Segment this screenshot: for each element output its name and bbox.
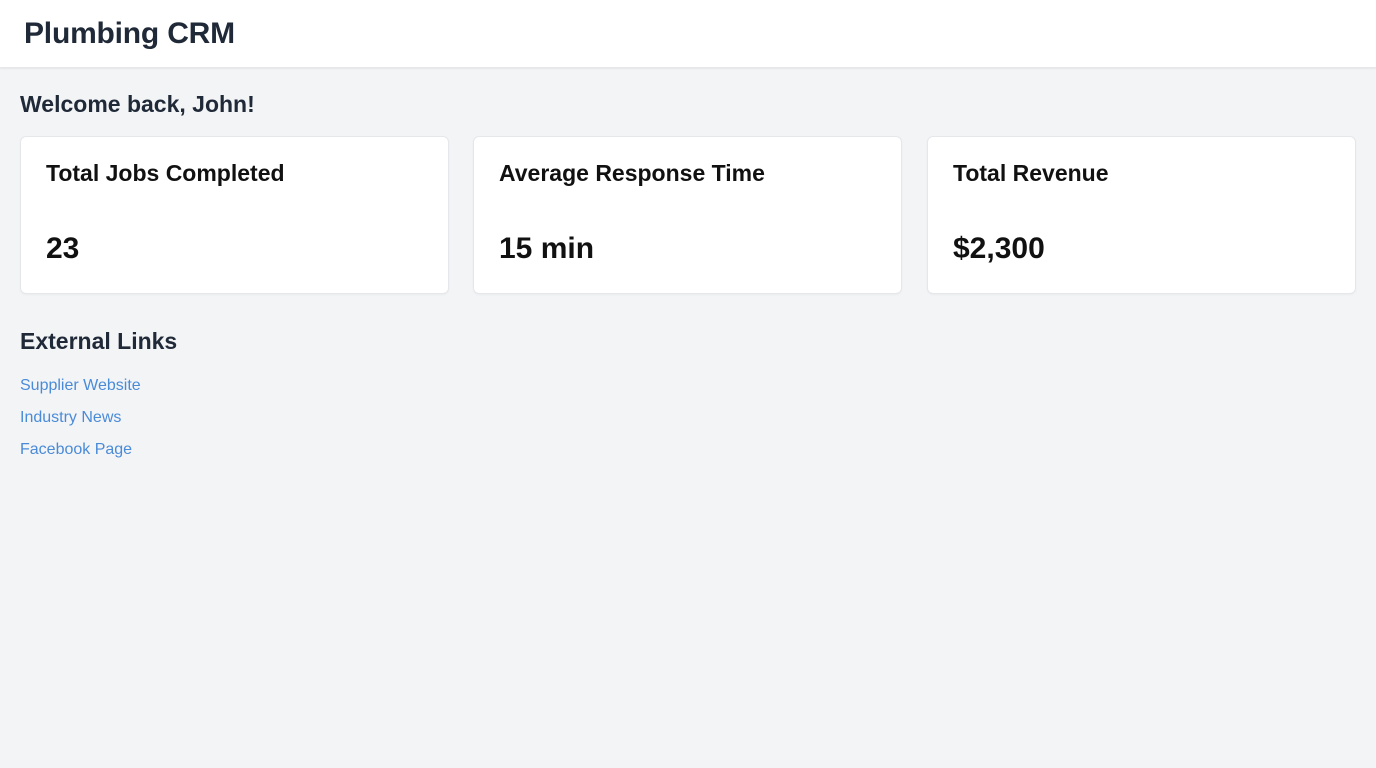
stat-card-total-jobs: Total Jobs Completed 23 (20, 136, 449, 294)
external-links-heading: External Links (20, 328, 178, 354)
welcome-heading: Welcome back, John! (20, 91, 255, 117)
stat-card-value: 15 min (499, 232, 595, 265)
list-item: Industry News (20, 407, 141, 439)
stat-card-total-revenue: Total Revenue $2,300 (927, 136, 1356, 294)
stat-card-average-response-time: Average Response Time 15 min (473, 136, 902, 294)
supplier-website-link[interactable]: Supplier Website (20, 377, 141, 394)
industry-news-link[interactable]: Industry News (20, 409, 121, 426)
external-links-list: Supplier Website Industry News Facebook … (20, 375, 141, 471)
stat-card-title: Average Response Time (499, 160, 765, 186)
list-item: Supplier Website (20, 375, 141, 407)
stat-card-title: Total Revenue (953, 160, 1109, 186)
stat-card-value: 23 (46, 232, 80, 265)
facebook-page-link[interactable]: Facebook Page (20, 441, 132, 458)
list-item: Facebook Page (20, 439, 141, 471)
stat-card-value: $2,300 (953, 232, 1045, 265)
stats-cards: Total Jobs Completed 23 Average Response… (20, 136, 1356, 294)
top-bar: Plumbing CRM (0, 0, 1376, 68)
stat-card-title: Total Jobs Completed (46, 160, 285, 186)
app-title: Plumbing CRM (24, 17, 235, 50)
